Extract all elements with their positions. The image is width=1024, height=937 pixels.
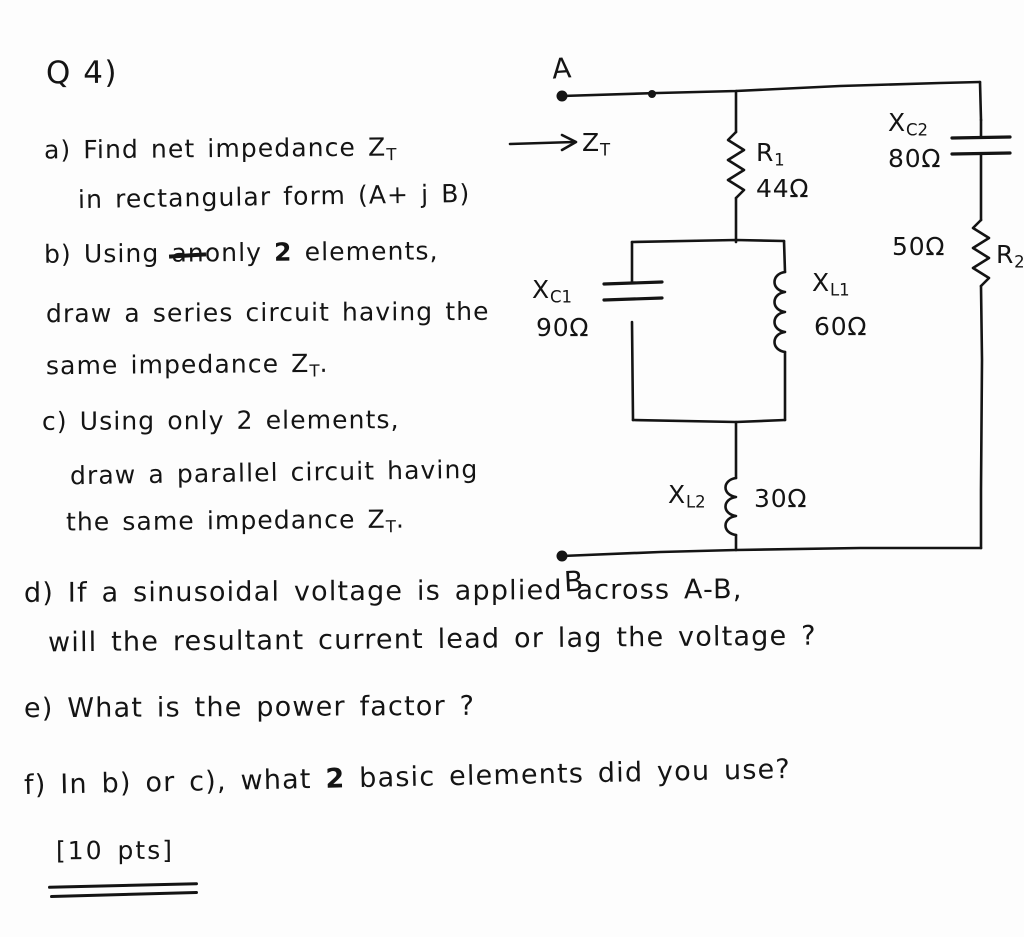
part-a-line-2: in rectangular form (A+ j B): [77, 178, 471, 215]
xc1-label: XC1: [532, 275, 572, 307]
part-c-text-1: Using only 2 elements,: [79, 405, 400, 436]
xc2-value: 80Ω: [888, 144, 942, 173]
impedance-subscript-c: T: [385, 517, 397, 537]
xl2-value: 30Ω: [754, 484, 808, 513]
impedance-symbol-c: Z: [367, 504, 386, 534]
xc2-symbol: X: [888, 108, 906, 137]
impedance-symbol-a: Z: [367, 132, 387, 162]
part-c-line-1: c) Using only 2 elements,: [41, 405, 400, 436]
part-b-text-post: elements,: [304, 236, 439, 267]
r2-resistor-zigzag: [971, 218, 991, 288]
zt-subscript: T: [599, 140, 611, 160]
part-c-label: c): [41, 406, 68, 436]
zt-symbol: Z: [582, 128, 600, 157]
r2-subscript: 2: [1014, 252, 1024, 272]
part-b-line-1: b) Using anonly 2 elements,: [43, 236, 439, 269]
zt-arrow-shaft: [508, 140, 576, 146]
xc1-value: 90Ω: [536, 313, 590, 342]
circuit-diagram: A B ZT R1 44Ω XC1 90Ω XL1 60Ω XL2 30Ω XC…: [508, 51, 1024, 599]
part-b-text-pre: Using: [83, 238, 160, 269]
part-b-count: 2: [273, 237, 293, 267]
xl1-subscript: L1: [829, 280, 850, 300]
impedance-subscript-b: T: [309, 361, 320, 381]
part-e-label: e): [23, 693, 54, 725]
part-a-line-1: a) Find net impedance ZT: [43, 132, 397, 166]
top-rail-wire: [560, 80, 982, 98]
part-f-text-pre: In b) or c), what: [60, 764, 312, 801]
r2-value: 50Ω: [892, 232, 946, 261]
impedance-symbol-b: Z: [291, 348, 310, 379]
lc-block-bottom-edge: [631, 418, 787, 424]
xc2-label: XC2: [888, 108, 928, 140]
part-c-line-3: the same impedance ZT.: [65, 504, 406, 539]
xl2-subscript: L2: [685, 492, 706, 512]
xc2-subscript: C2: [905, 120, 928, 140]
part-b-period: .: [319, 348, 329, 378]
xl2-symbol: X: [668, 480, 686, 509]
xc2-plate-top: [950, 135, 1012, 140]
part-f-count: 2: [325, 763, 346, 795]
part-d-text-1: If a sinusoidal voltage is applied acros…: [67, 574, 743, 609]
xl1-symbol: X: [812, 268, 830, 297]
part-d-line-1: d) If a sinusoidal voltage is applied ac…: [23, 574, 743, 609]
part-d-label: d): [23, 577, 55, 609]
question-heading: Q 4): [45, 54, 119, 92]
part-c-text-same: the same impedance: [65, 504, 356, 537]
node-a-label: A: [550, 51, 574, 86]
part-b-line-3: same impedance ZT.: [45, 348, 329, 383]
worksheet-page: Q 4) a) Find net impedance ZT in rectang…: [0, 0, 1024, 937]
part-b-line-2: draw a series circuit having the: [45, 296, 490, 329]
node-b-label: B: [563, 564, 585, 599]
zt-arrow-label: ZT: [582, 128, 610, 160]
points-underline: [47, 882, 208, 899]
right-branch-top-wire: [978, 80, 983, 122]
r1-resistor-zigzag: [726, 130, 746, 200]
xc1-plate-bottom: [602, 296, 664, 302]
part-b-text-same: same impedance: [45, 349, 280, 381]
lc-block-top-edge: [630, 238, 786, 244]
points-label: [10 pts]: [55, 835, 175, 866]
xl1-label: XL1: [812, 268, 850, 300]
xl1-value: 60Ω: [814, 312, 868, 341]
xc1-subscript: C1: [549, 287, 572, 307]
r1-label: R1: [756, 138, 785, 170]
xl1-lead-top: [782, 239, 787, 274]
part-b-struck-word: an: [171, 238, 205, 268]
r2-label: R2: [996, 240, 1024, 272]
r1-symbol: R: [756, 138, 775, 167]
bottom-rail-wire: [560, 546, 983, 558]
xl2-label: XL2: [668, 480, 706, 512]
xc1-lead-bottom: [630, 320, 635, 422]
part-e-line-1: e) What is the power factor ?: [23, 690, 476, 725]
part-d-line-2: will the resultant current lead or lag t…: [47, 620, 817, 659]
part-f-line-1: f) In b) or c), what 2 basic elements di…: [23, 753, 792, 802]
part-b-label: b): [43, 239, 72, 269]
part-a-text-1: Find net impedance: [83, 132, 357, 165]
r1-subscript: 1: [774, 150, 785, 170]
xl2-inductor-coil: [724, 476, 738, 537]
xc1-plate-top: [602, 280, 664, 286]
r2-symbol: R: [996, 240, 1015, 269]
part-c-line-2: draw a parallel circuit having: [69, 454, 479, 491]
part-b-text-only: only: [204, 237, 263, 268]
right-branch-bottom-wire: [979, 284, 984, 550]
impedance-subscript-a: T: [386, 145, 397, 165]
xl1-inductor-coil: [773, 270, 787, 354]
r1-value: 44Ω: [756, 174, 810, 203]
part-a-label: a): [43, 135, 72, 165]
part-e-text-1: What is the power factor ?: [67, 690, 476, 724]
part-f-text-post: basic elements did you use?: [358, 753, 792, 795]
xc1-symbol: X: [532, 275, 550, 304]
part-c-period: .: [395, 504, 406, 534]
part-f-label: f): [23, 769, 47, 802]
